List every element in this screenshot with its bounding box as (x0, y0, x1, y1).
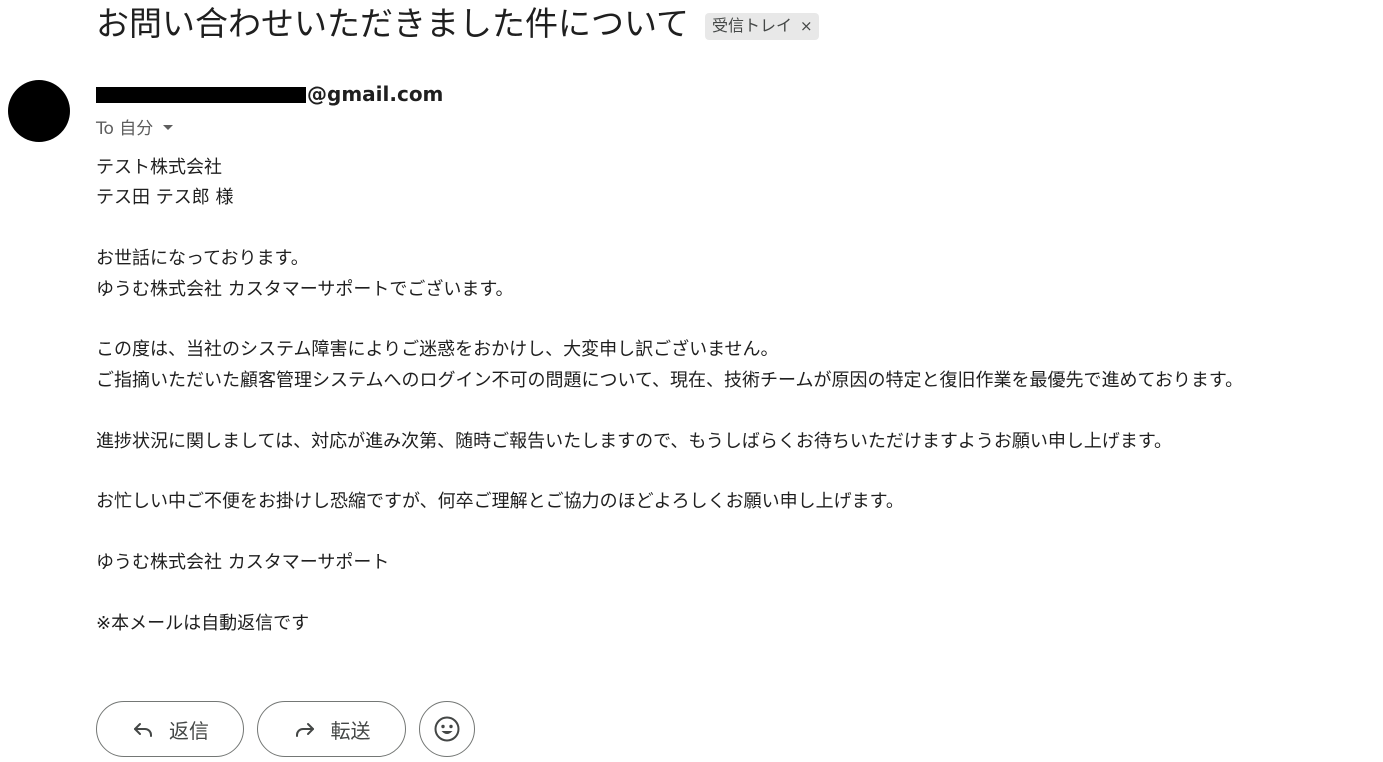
emoji-icon (433, 715, 461, 743)
action-bar: 返信 転送 (96, 701, 475, 757)
reply-label: 返信 (169, 718, 209, 743)
body-line: ※本メールは自動返信です (96, 613, 310, 634)
recipient-details-toggle[interactable]: To 自分 (96, 114, 174, 139)
sender-address[interactable]: @gmail.com (96, 80, 443, 108)
sender-email-domain: @gmail.com (307, 82, 444, 106)
body-line: お世話になっております。 (96, 248, 309, 270)
body-line: テス田 テス郎 様 (96, 187, 234, 209)
body-line: ゆうむ株式会社 カスタマーサポートでございます。 (96, 278, 514, 300)
forward-button[interactable]: 転送 (257, 701, 406, 757)
body-greeting: テスト株式会社 テス田 テス郎 様 (96, 153, 1383, 214)
body-line: この度は、当社のシステム障害によりご迷惑をおかけし、大変申し訳ございません。 (96, 339, 779, 361)
body-intro: お世話になっております。 ゆうむ株式会社 カスタマーサポートでございます。 (96, 244, 1383, 305)
redacted-sender-name (96, 87, 306, 103)
remove-label-icon[interactable]: × (800, 15, 813, 37)
body-apology: この度は、当社のシステム障害によりご迷惑をおかけし、大変申し訳ございません。 ご… (96, 335, 1383, 396)
subject-row: お問い合わせいただきました件について 受信トレイ × (96, 2, 819, 46)
email-body: テスト株式会社 テス田 テス郎 様 お世話になっております。 ゆうむ株式会社 カ… (96, 153, 1383, 639)
forward-icon (293, 717, 317, 741)
body-closing: お忙しい中ご不便をお掛けし恐縮ですが、何卒ご理解とご協力のほどよろしくお願い申し… (96, 487, 1383, 517)
body-line: ゆうむ株式会社 カスタマーサポート (96, 552, 390, 574)
avatar[interactable] (8, 80, 70, 142)
email-subject: お問い合わせいただきました件について (96, 4, 690, 43)
emoji-reaction-button[interactable] (419, 701, 475, 757)
recipient-text: To 自分 (96, 119, 154, 139)
body-signature: ゆうむ株式会社 カスタマーサポート (96, 548, 1383, 578)
body-line: お忙しい中ご不便をお掛けし恐縮ですが、何卒ご理解とご協力のほどよろしくお願い申し… (96, 491, 904, 513)
body-line: テスト株式会社 (96, 157, 222, 178)
forward-label: 転送 (330, 718, 371, 743)
chevron-down-icon[interactable] (163, 124, 174, 130)
body-line: 進捗状況に関しましては、対応が進み次第、随時ご報告いたしますので、もうしばらくお… (96, 430, 1173, 452)
email-view: お問い合わせいただきました件について 受信トレイ × @gmail.com To… (0, 0, 1383, 762)
reply-icon (131, 717, 155, 741)
label-chip-text: 受信トレイ (712, 15, 793, 35)
body-progress: 進捗状況に関しましては、対応が進み次第、随時ご報告いたしますので、もうしばらくお… (96, 427, 1383, 457)
reply-button[interactable]: 返信 (96, 701, 244, 757)
body-note: ※本メールは自動返信です (96, 609, 1383, 639)
body-line: ご指摘いただいた顧客管理システムへのログイン不可の問題について、現在、技術チーム… (96, 369, 1244, 391)
label-chip-inbox[interactable]: 受信トレイ × (705, 12, 819, 40)
